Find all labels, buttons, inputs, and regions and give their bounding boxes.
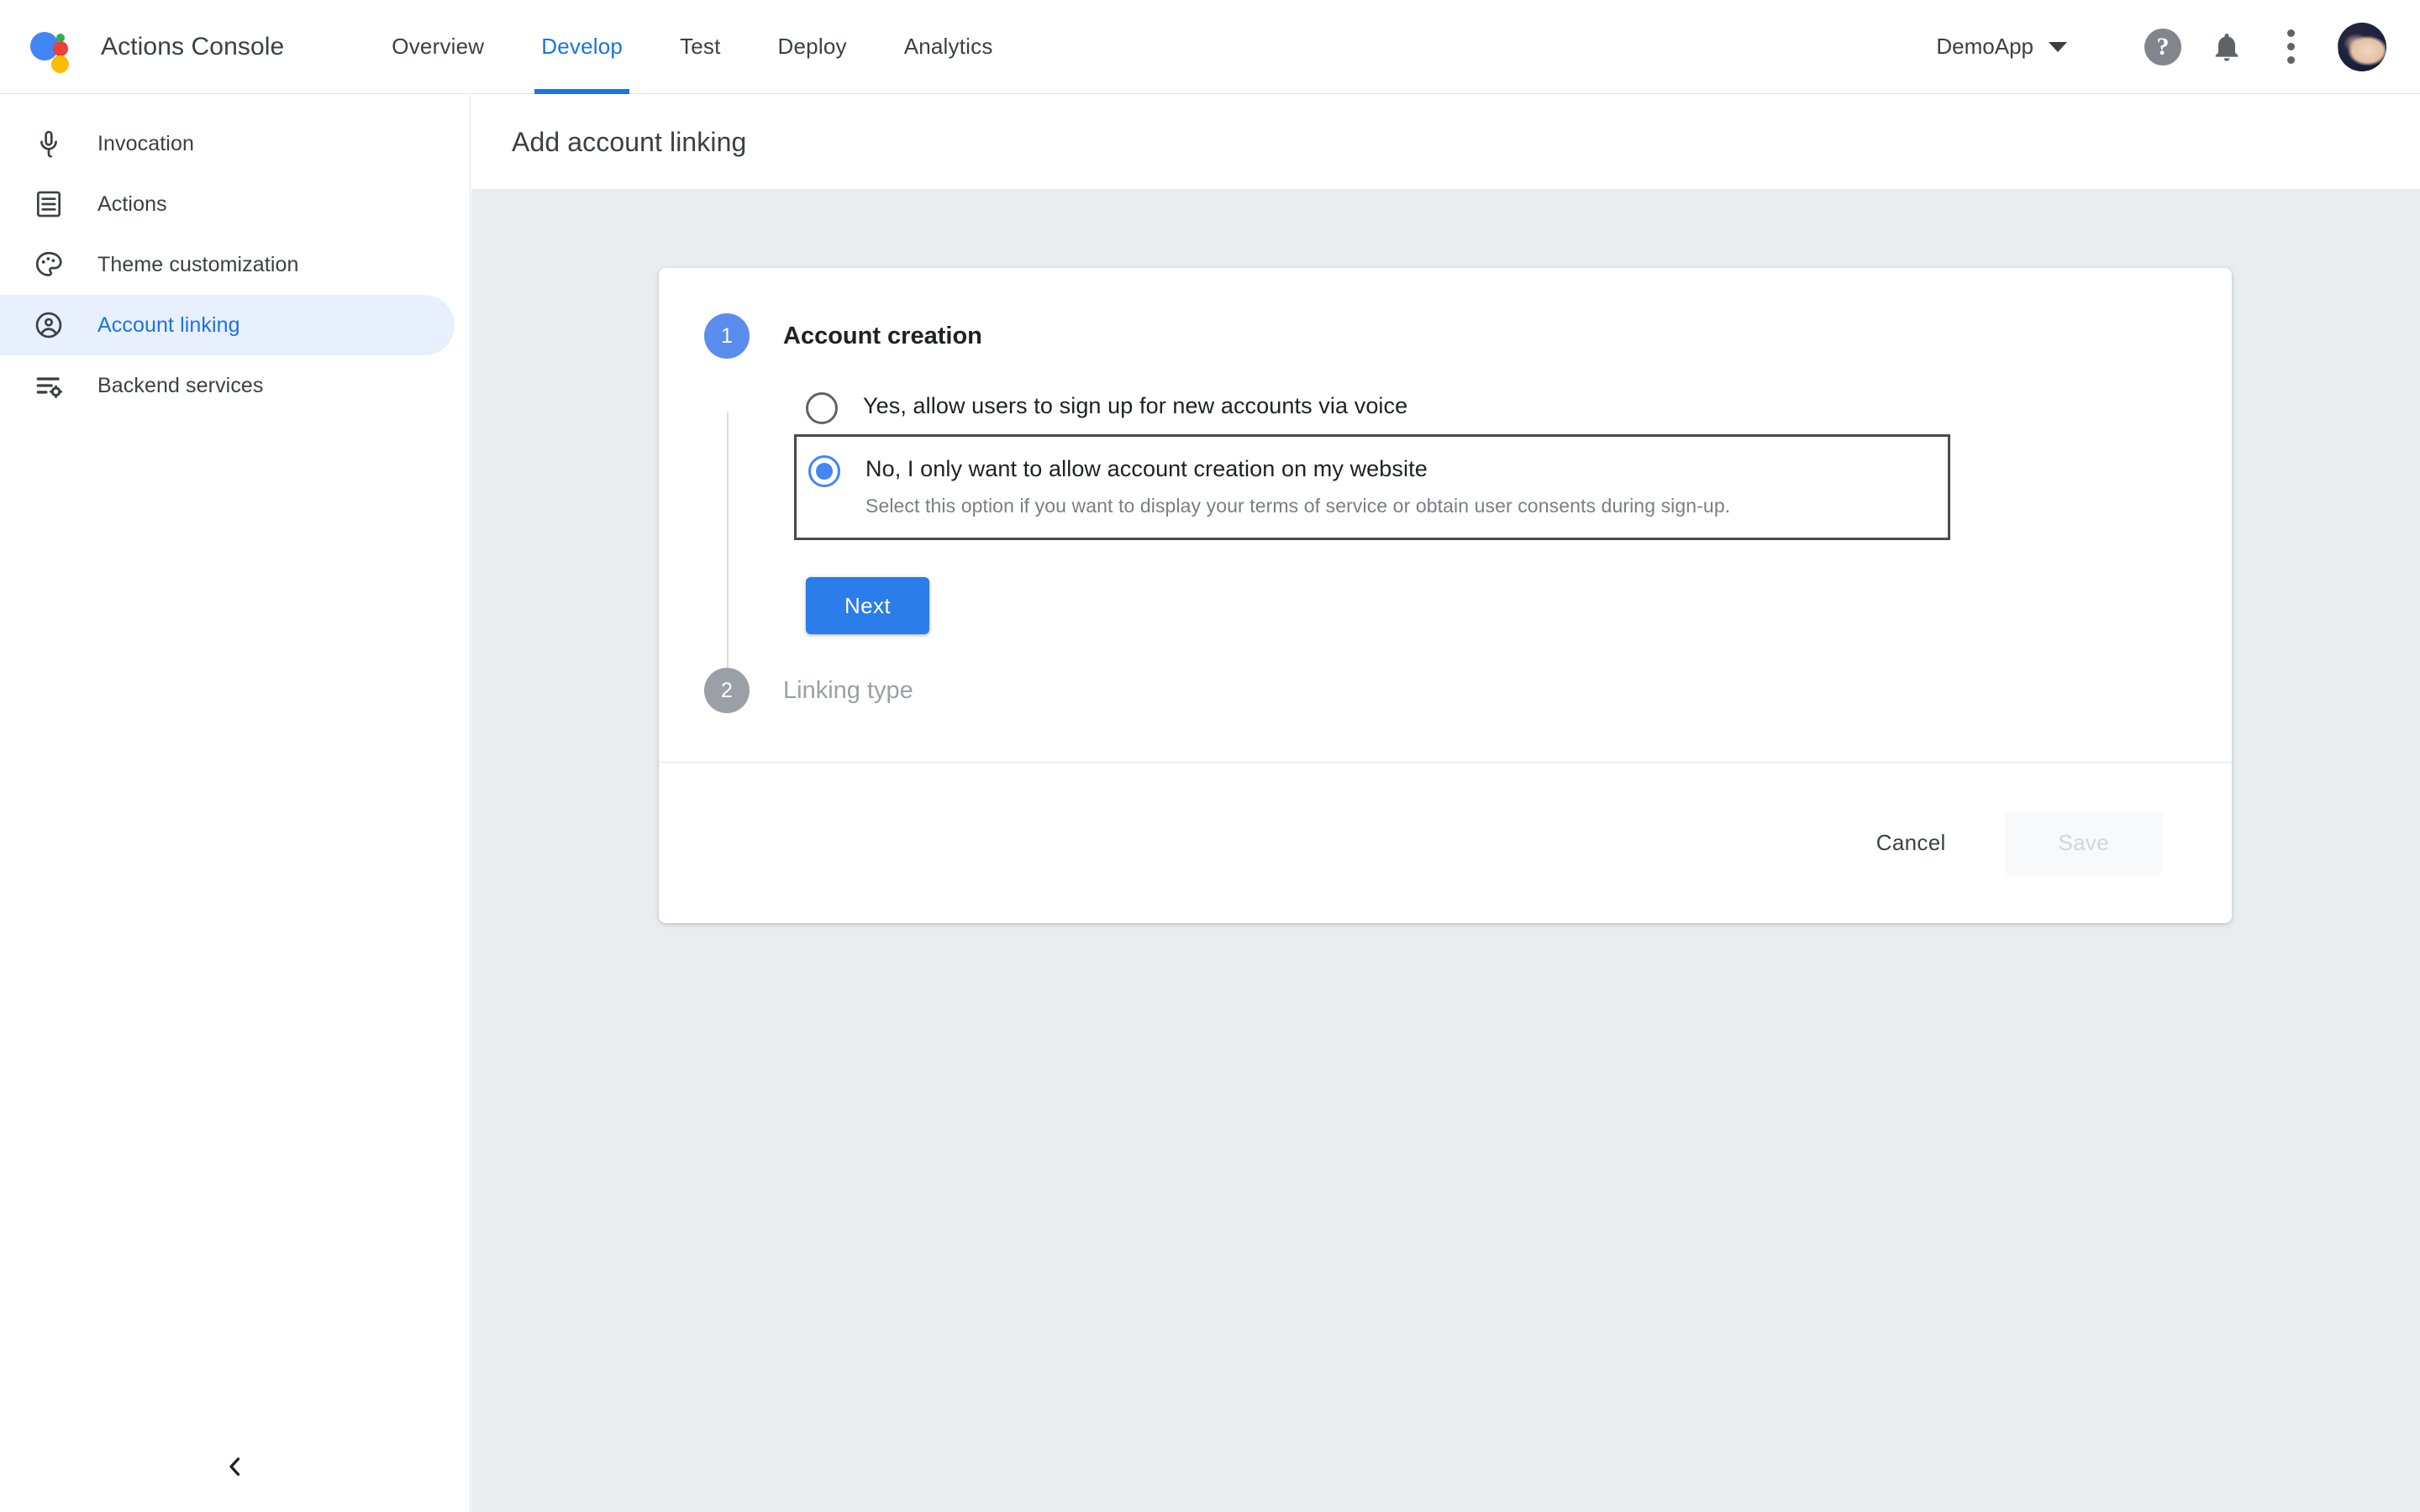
radio-button-website-signup[interactable] <box>808 455 840 487</box>
step-2-badge: 2 <box>704 668 750 713</box>
bell-icon <box>2215 33 2238 61</box>
sidebar-item-invocation[interactable]: Invocation <box>0 113 455 174</box>
project-selector[interactable]: DemoApp <box>1936 34 2067 60</box>
account-linking-card: 1 Account creation Yes, allow users to s… <box>659 268 2232 923</box>
sidebar-collapse-button[interactable] <box>206 1437 265 1496</box>
cancel-button[interactable]: Cancel <box>1848 813 1975 874</box>
step-2-wrap: 2 Linking type <box>659 634 2232 762</box>
list-settings-icon <box>30 367 67 404</box>
top-bar: Actions Console Overview Develop Test De… <box>0 0 2420 94</box>
account-circle-icon <box>30 307 67 344</box>
page-title: Add account linking <box>512 126 747 157</box>
project-selector-label: DemoApp <box>1936 34 2033 59</box>
radio-label: No, I only want to allow account creatio… <box>865 456 1428 481</box>
sidebar-item-label: Theme customization <box>97 252 299 276</box>
kebab-menu-icon <box>2286 29 2295 64</box>
sidebar: Invocation Actions Theme customization A… <box>0 95 471 1512</box>
tab-develop[interactable]: Develop <box>513 0 651 94</box>
sidebar-item-actions[interactable]: Actions <box>0 174 455 234</box>
main-nav: Overview Develop Test Deploy Analytics <box>363 0 1021 94</box>
user-avatar[interactable] <box>2338 22 2386 71</box>
sidebar-item-label: Invocation <box>97 131 194 155</box>
more-options-button[interactable] <box>2259 15 2323 79</box>
notifications-button[interactable] <box>2195 15 2259 79</box>
help-button[interactable]: ? <box>2131 15 2195 79</box>
chevron-down-icon <box>2049 41 2067 52</box>
document-list-icon <box>30 186 67 223</box>
sidebar-item-label: Actions <box>97 192 167 216</box>
help-circle-icon: ? <box>2144 28 2181 66</box>
next-button[interactable]: Next <box>806 577 930 634</box>
radio-option-voice-signup[interactable]: Yes, allow users to sign up for new acco… <box>806 379 2232 434</box>
app-root: Actions Console Overview Develop Test De… <box>0 0 2420 1512</box>
radio-option-website-signup[interactable]: No, I only want to allow account creatio… <box>794 434 1950 540</box>
tab-analytics[interactable]: Analytics <box>876 0 1022 94</box>
sidebar-collapse-row <box>0 1421 471 1512</box>
radio-label: Yes, allow users to sign up for new acco… <box>863 393 1408 418</box>
radio-help-text: Select this option if you want to displa… <box>865 495 1731 517</box>
sidebar-item-backend-services[interactable]: Backend services <box>0 355 455 416</box>
radio-button-voice-signup[interactable] <box>806 392 838 424</box>
step-1-title: Account creation <box>783 323 982 349</box>
step-2[interactable]: 2 Linking type <box>659 668 2232 713</box>
brand-title: Actions Console <box>101 32 285 60</box>
microphone-icon <box>30 125 67 162</box>
step-2-title: Linking type <box>783 677 913 704</box>
radio-texts: Yes, allow users to sign up for new acco… <box>863 389 1407 423</box>
card-body: 1 Account creation Yes, allow users to s… <box>659 268 2232 762</box>
step-connector <box>727 412 729 698</box>
save-button: Save <box>2004 811 2163 875</box>
sidebar-list: Invocation Actions Theme customization A… <box>0 95 470 416</box>
step-1-content: Yes, allow users to sign up for new acco… <box>659 359 2232 634</box>
chevron-left-icon <box>229 1457 240 1476</box>
main-content: Add account linking 1 Account creation Y… <box>471 95 2420 1512</box>
card-footer: Cancel Save <box>659 762 2232 923</box>
tab-deploy[interactable]: Deploy <box>750 0 876 94</box>
step-1-badge: 1 <box>704 313 750 359</box>
sidebar-item-theme-customization[interactable]: Theme customization <box>0 234 455 295</box>
palette-icon <box>30 246 67 283</box>
page-header: Add account linking <box>471 95 2420 190</box>
brand[interactable]: Actions Console <box>30 24 285 73</box>
top-bar-right: DemoApp ? <box>1936 15 2386 79</box>
step-1: 1 Account creation <box>659 313 2232 698</box>
tab-overview[interactable]: Overview <box>363 0 513 94</box>
sidebar-item-label: Backend services <box>97 373 264 397</box>
sidebar-item-account-linking[interactable]: Account linking <box>0 295 455 355</box>
google-assistant-logo <box>30 24 77 73</box>
tab-test[interactable]: Test <box>651 0 749 94</box>
radio-texts: No, I only want to allow account creatio… <box>865 452 1730 521</box>
sidebar-item-label: Account linking <box>97 312 240 337</box>
